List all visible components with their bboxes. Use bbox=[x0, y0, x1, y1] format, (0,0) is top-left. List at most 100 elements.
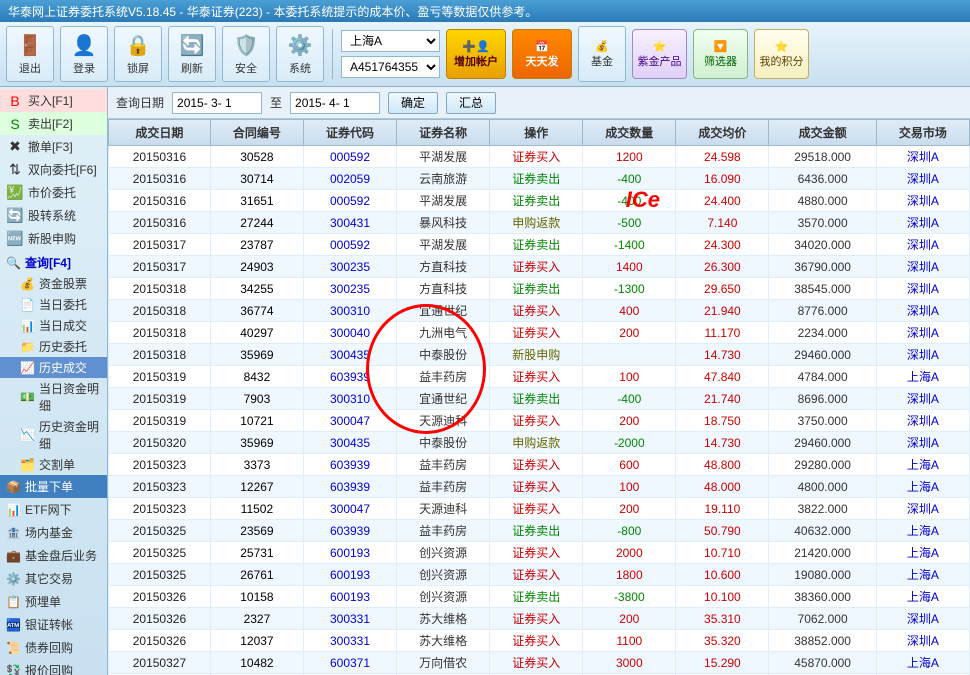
table-row[interactable]: 2015031630528000592平湖发展证券买入120024.598295… bbox=[109, 146, 970, 168]
date-to-label: 至 bbox=[270, 94, 282, 111]
bank-transfer-icon: 🏧 bbox=[6, 618, 21, 632]
sidebar-item-bond-repo[interactable]: 📜 债券回购 bbox=[0, 636, 107, 659]
table-row[interactable]: 2015031631651000592平湖发展证券卖出-40024.400488… bbox=[109, 190, 970, 212]
col-price: 成交均价 bbox=[676, 120, 769, 146]
date-from-input[interactable] bbox=[172, 92, 262, 114]
sidebar-group-query[interactable]: 🔍 查询[F4] bbox=[0, 252, 107, 273]
sidebar-item-sell[interactable]: S 卖出[F2] bbox=[0, 112, 107, 135]
toolbar: 🚪 退出 👤 登录 🔒 锁屏 🔄 刷新 🛡️ 安全 ⚙️ 系统 上海A 深圳A … bbox=[0, 22, 970, 87]
table-row[interactable]: 2015032035969300435中泰股份申购返款-200014.73029… bbox=[109, 432, 970, 454]
score-button[interactable]: ⭐ 我的积分 bbox=[754, 29, 809, 79]
sidebar-item-quote-repo[interactable]: 💱 报价回购 bbox=[0, 659, 107, 675]
add-account-button[interactable]: ➕👤 增加帐户 bbox=[446, 29, 506, 79]
add-account-icon: ➕👤 bbox=[462, 40, 489, 53]
sidebar-item-settlement[interactable]: 🗂️ 交割单 bbox=[0, 454, 107, 475]
sidebar-item-cancel[interactable]: ✖ 撤单[F3] bbox=[0, 135, 107, 158]
table-row[interactable]: 2015032525731600193创兴资源证券买入200010.710214… bbox=[109, 542, 970, 564]
table-row[interactable]: 2015031627244300431暴风科技申购返款-5007.1403570… bbox=[109, 212, 970, 234]
table-row[interactable]: 2015032312267603939益丰药房证券买入10048.0004800… bbox=[109, 476, 970, 498]
table-row[interactable]: 2015032610158600193创兴资源证券卖出-380010.10038… bbox=[109, 586, 970, 608]
table-row[interactable]: 201503197903300310宜通世纪证券卖出-40021.7408696… bbox=[109, 388, 970, 410]
etf-icon: 📊 bbox=[6, 503, 21, 517]
table-row[interactable]: 2015032523569603939益丰药房证券卖出-80050.790406… bbox=[109, 520, 970, 542]
daily-button[interactable]: 📅 天天发 bbox=[512, 29, 572, 79]
security-button[interactable]: 🛡️ 安全 bbox=[222, 26, 270, 82]
today-deals-icon: 📊 bbox=[20, 319, 35, 333]
sidebar-item-fund-afterhours[interactable]: 💼 基金盘后业务 bbox=[0, 544, 107, 567]
sidebar-item-today-deals[interactable]: 📊 当日成交 bbox=[0, 315, 107, 336]
special-icon: ⭐ bbox=[653, 40, 667, 53]
table-row[interactable]: 2015032612037300331苏大维格证券买入110035.320388… bbox=[109, 630, 970, 652]
sidebar-item-history-orders[interactable]: 📁 历史委托 bbox=[0, 336, 107, 357]
table-row[interactable]: 201503233373603939益丰药房证券买入60048.80029280… bbox=[109, 454, 970, 476]
sidebar-item-transfer[interactable]: 🔄 股转系统 bbox=[0, 204, 107, 227]
sidebar-item-indoor-fund[interactable]: 🏦 场内基金 bbox=[0, 521, 107, 544]
login-button[interactable]: 👤 登录 bbox=[60, 26, 108, 82]
query-group-icon: 🔍 bbox=[6, 256, 21, 270]
table-container[interactable]: 成交日期 合同编号 证券代码 证券名称 操作 成交数量 成交均价 成交金额 交易… bbox=[108, 119, 970, 675]
sidebar-item-market[interactable]: 💹 市价委托 bbox=[0, 181, 107, 204]
refresh-button[interactable]: 🔄 刷新 bbox=[168, 26, 216, 82]
confirm-button[interactable]: 确定 bbox=[388, 92, 438, 114]
sidebar: B 买入[F1] S 卖出[F2] ✖ 撤单[F3] ⇅ 双向委托[F6] 💹 … bbox=[0, 87, 108, 675]
bond-repo-icon: 📜 bbox=[6, 641, 21, 655]
exit-button[interactable]: 🚪 退出 bbox=[6, 26, 54, 82]
sell-icon: S bbox=[6, 116, 24, 132]
sidebar-section-trade: B 买入[F1] S 卖出[F2] ✖ 撤单[F3] ⇅ 双向委托[F6] 💹 … bbox=[0, 87, 107, 252]
sidebar-item-bank-transfer[interactable]: 🏧 银证转帐 bbox=[0, 613, 107, 636]
summary-button[interactable]: 汇总 bbox=[446, 92, 496, 114]
sidebar-item-assets[interactable]: 💰 资金股票 bbox=[0, 273, 107, 294]
table-row[interactable]: 2015032710482600371万向借农证券买入300015.290458… bbox=[109, 652, 970, 674]
sidebar-item-buy[interactable]: B 买入[F1] bbox=[0, 89, 107, 112]
date-to-input[interactable] bbox=[290, 92, 380, 114]
preorder-icon: 📋 bbox=[6, 595, 21, 609]
login-icon: 👤 bbox=[72, 33, 97, 58]
region-select[interactable]: 上海A 深圳A bbox=[341, 30, 440, 52]
other-trade-icon: ⚙️ bbox=[6, 572, 21, 586]
date-label: 查询日期 bbox=[116, 94, 164, 111]
quote-repo-icon: 💱 bbox=[6, 664, 21, 675]
sidebar-item-dual[interactable]: ⇅ 双向委托[F6] bbox=[0, 158, 107, 181]
table-row[interactable]: 2015032311502300047天源迪科证券买入20019.1103822… bbox=[109, 498, 970, 520]
sidebar-item-batch[interactable]: 📦 批量下单 bbox=[0, 475, 107, 498]
col-qty: 成交数量 bbox=[583, 120, 676, 146]
table-row[interactable]: 201503262327300331苏大维格证券买入20035.3107062.… bbox=[109, 608, 970, 630]
table-row[interactable]: 2015031836774300310宜通世纪证券买入40021.9408776… bbox=[109, 300, 970, 322]
special-button[interactable]: ⭐ 紫金产品 bbox=[632, 29, 687, 79]
sidebar-item-ipo[interactable]: 🆕 新股申购 bbox=[0, 227, 107, 250]
table-row[interactable]: 2015031724903300235方直科技证券买入140026.300367… bbox=[109, 256, 970, 278]
refresh-icon: 🔄 bbox=[180, 33, 205, 58]
sidebar-item-today-fund[interactable]: 💵 当日资金明细 bbox=[0, 378, 107, 416]
sidebar-item-preorder[interactable]: 📋 预埋单 bbox=[0, 590, 107, 613]
fund-button[interactable]: 💰 基金 bbox=[578, 26, 626, 82]
sidebar-item-history-deals[interactable]: 📈 历史成交 bbox=[0, 357, 107, 378]
sidebar-item-other-trade[interactable]: ⚙️ 其它交易 bbox=[0, 567, 107, 590]
system-button[interactable]: ⚙️ 系统 bbox=[276, 26, 324, 82]
table-row[interactable]: 2015031723787000592平湖发展证券卖出-140024.30034… bbox=[109, 234, 970, 256]
filter-icon: 🔽 bbox=[714, 40, 728, 53]
fund-icon: 💰 bbox=[595, 40, 609, 53]
table-row[interactable]: 201503198432603939益丰药房证券买入10047.8404784.… bbox=[109, 366, 970, 388]
sidebar-item-today-orders[interactable]: 📄 当日委托 bbox=[0, 294, 107, 315]
table-row[interactable]: 2015032526761600193创兴资源证券买入180010.600190… bbox=[109, 564, 970, 586]
sidebar-item-history-fund[interactable]: 📉 历史资金明细 bbox=[0, 416, 107, 454]
table-row[interactable]: 2015031630714002059云南旅游证券卖出-40016.090643… bbox=[109, 168, 970, 190]
dual-icon: ⇅ bbox=[6, 161, 24, 178]
account-select[interactable]: A451764355 bbox=[341, 56, 440, 78]
table-row[interactable]: 2015031840297300040九洲电气证券买入20011.1702234… bbox=[109, 322, 970, 344]
system-icon: ⚙️ bbox=[288, 33, 313, 58]
table-row[interactable]: 2015031835969300435中泰股份新股申购14.73029460.0… bbox=[109, 344, 970, 366]
today-fund-icon: 💵 bbox=[20, 390, 35, 404]
separator-1 bbox=[332, 29, 333, 79]
today-orders-icon: 📄 bbox=[20, 298, 35, 312]
history-fund-icon: 📉 bbox=[20, 428, 35, 442]
lock-button[interactable]: 🔒 锁屏 bbox=[114, 26, 162, 82]
filter-button[interactable]: 🔽 筛选器 bbox=[693, 29, 748, 79]
history-orders-icon: 📁 bbox=[20, 340, 35, 354]
sidebar-item-etf[interactable]: 📊 ETF网下 bbox=[0, 498, 107, 521]
assets-icon: 💰 bbox=[20, 277, 35, 291]
table-row[interactable]: 2015031834255300235方直科技证券卖出-130029.65038… bbox=[109, 278, 970, 300]
table-row[interactable]: 2015031910721300047天源迪科证券买入20018.7503750… bbox=[109, 410, 970, 432]
title-text: 华泰网上证券委托系统V5.18.45 - 华泰证券(223) - 本委托系统提示… bbox=[8, 3, 537, 20]
indoor-fund-icon: 🏦 bbox=[6, 526, 21, 540]
